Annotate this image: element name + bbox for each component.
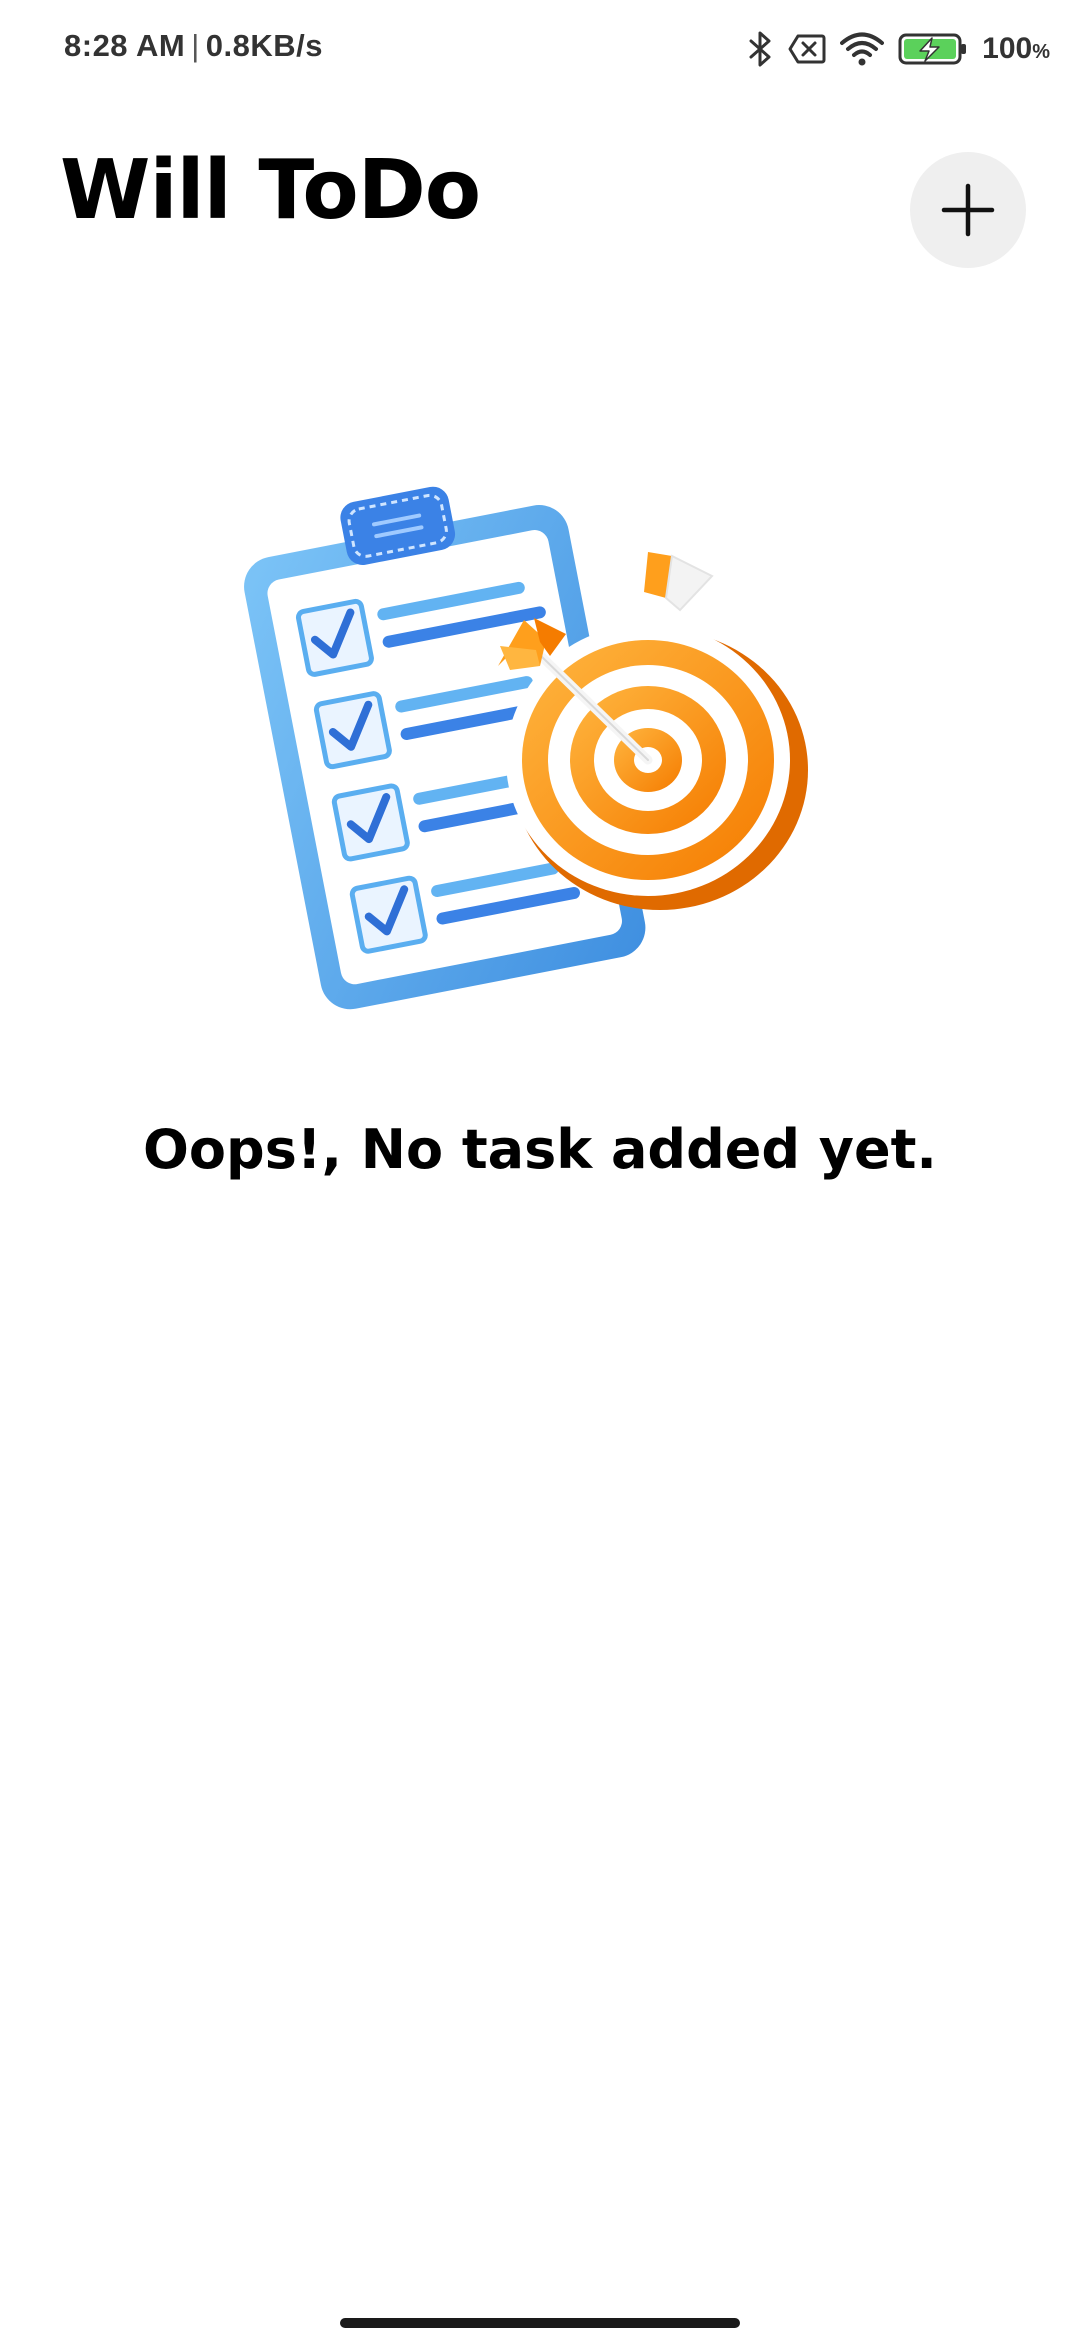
app-title: Will ToDo bbox=[60, 143, 481, 238]
status-right: 100% bbox=[748, 26, 1050, 72]
no-sim-icon bbox=[788, 33, 826, 65]
battery-unit: % bbox=[1032, 41, 1050, 63]
empty-state-illustration bbox=[240, 470, 840, 1030]
arrow-fletching-graphic bbox=[644, 552, 714, 612]
wifi-icon bbox=[840, 32, 885, 66]
home-indicator[interactable] bbox=[340, 2318, 740, 2328]
status-bar: 8:28 AM | 0.8KB/s 100% bbox=[0, 0, 1080, 100]
empty-state-message: Oops!, No task added yet. bbox=[143, 1118, 937, 1181]
battery-percentage: 100% bbox=[982, 32, 1050, 66]
app-screen: 8:28 AM | 0.8KB/s 100% Will ToDo Oops!, … bbox=[0, 0, 1080, 2340]
status-left: 8:28 AM | 0.8KB/s bbox=[64, 28, 323, 64]
network-speed: 0.8KB/s bbox=[205, 28, 324, 63]
plus-icon bbox=[941, 183, 995, 237]
add-task-button[interactable] bbox=[910, 152, 1026, 268]
battery-charging-icon bbox=[898, 32, 968, 66]
battery-level: 100 bbox=[982, 32, 1033, 65]
status-separator: | bbox=[191, 28, 200, 63]
status-time: 8:28 AM bbox=[64, 28, 186, 63]
bluetooth-icon bbox=[748, 30, 774, 68]
